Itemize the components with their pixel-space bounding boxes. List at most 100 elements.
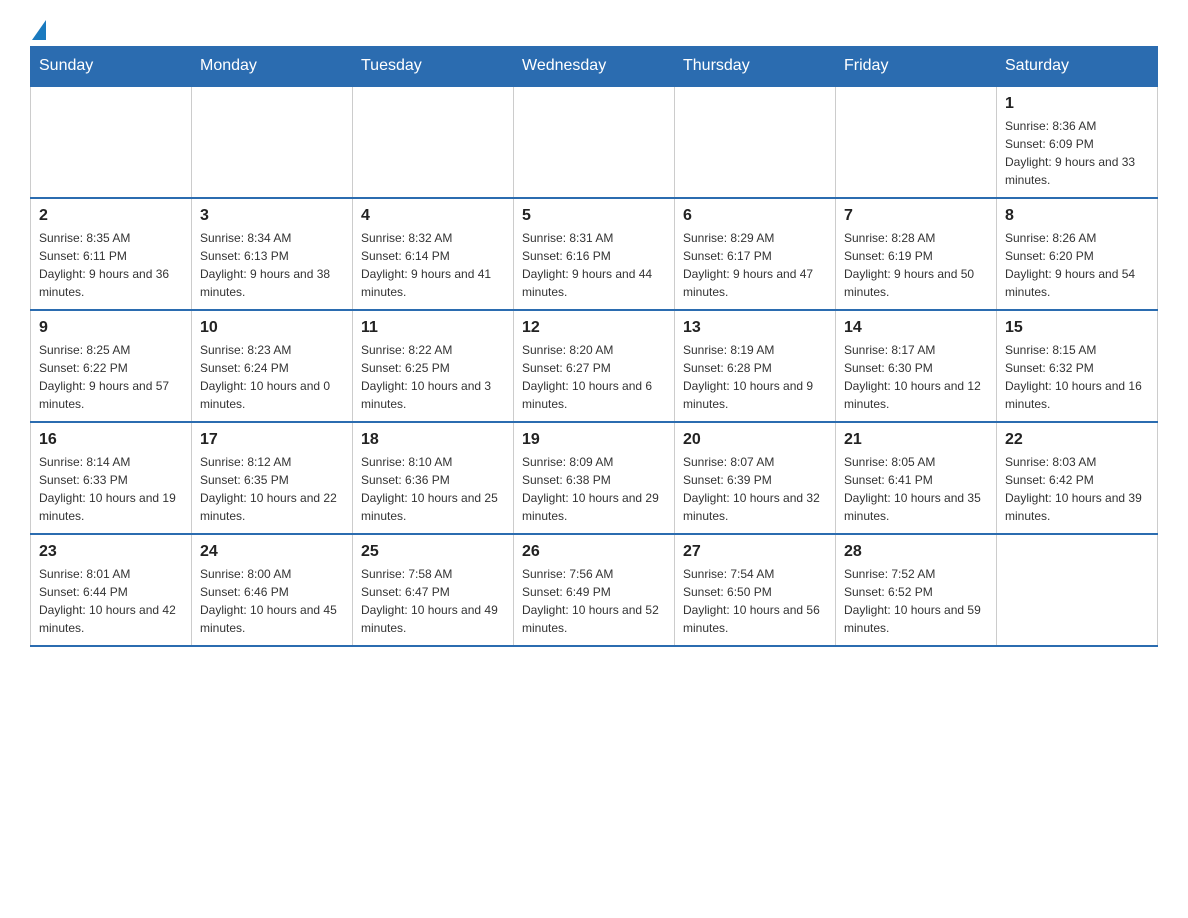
day-number: 21 [844, 431, 988, 449]
day-info: Sunrise: 7:52 AM Sunset: 6:52 PM Dayligh… [844, 565, 988, 637]
day-number: 19 [522, 431, 666, 449]
day-info: Sunrise: 8:22 AM Sunset: 6:25 PM Dayligh… [361, 341, 505, 413]
day-info: Sunrise: 8:35 AM Sunset: 6:11 PM Dayligh… [39, 229, 183, 301]
day-info: Sunrise: 8:31 AM Sunset: 6:16 PM Dayligh… [522, 229, 666, 301]
calendar-cell [997, 534, 1158, 646]
calendar-cell: 26 Sunrise: 7:56 AM Sunset: 6:49 PM Dayli… [514, 534, 675, 646]
calendar-header-row: SundayMondayTuesdayWednesdayThursdayFrid… [31, 47, 1158, 87]
calendar-cell: 1Sunrise: 8:36 AM Sunset: 6:09 PM Daylig… [997, 86, 1158, 198]
day-header-thursday: Thursday [675, 47, 836, 87]
calendar-cell: 16 Sunrise: 8:14 AM Sunset: 6:33 PM Dayli… [31, 422, 192, 534]
day-number: 28 [844, 543, 988, 561]
day-number: 16 [39, 431, 183, 449]
calendar-cell: 17 Sunrise: 8:12 AM Sunset: 6:35 PM Dayli… [192, 422, 353, 534]
day-info: Sunrise: 8:29 AM Sunset: 6:17 PM Dayligh… [683, 229, 827, 301]
calendar-week-3: 9Sunrise: 8:25 AM Sunset: 6:22 PM Daylig… [31, 310, 1158, 422]
day-number: 8 [1005, 207, 1149, 225]
calendar-week-5: 23Sunrise: 8:01 AM Sunset: 6:44 PM Dayli… [31, 534, 1158, 646]
day-number: 27 [683, 543, 827, 561]
day-info: Sunrise: 8:20 AM Sunset: 6:27 PM Dayligh… [522, 341, 666, 413]
day-info: Sunrise: 8:00 AM Sunset: 6:46 PM Dayligh… [200, 565, 344, 637]
page-header [30, 20, 1158, 36]
day-info: Sunrise: 8:26 AM Sunset: 6:20 PM Dayligh… [1005, 229, 1149, 301]
calendar-cell: 23Sunrise: 8:01 AM Sunset: 6:44 PM Dayli… [31, 534, 192, 646]
calendar-cell [31, 86, 192, 198]
logo-arrow-icon [32, 20, 46, 40]
day-number: 7 [844, 207, 988, 225]
calendar-cell [675, 86, 836, 198]
day-info: Sunrise: 8:10 AM Sunset: 6:36 PM Dayligh… [361, 453, 505, 525]
day-number: 26 [522, 543, 666, 561]
calendar-week-2: 2 Sunrise: 8:35 AM Sunset: 6:11 PM Daylig… [31, 198, 1158, 310]
day-info: Sunrise: 7:58 AM Sunset: 6:47 PM Dayligh… [361, 565, 505, 637]
calendar-cell: 5 Sunrise: 8:31 AM Sunset: 6:16 PM Daylig… [514, 198, 675, 310]
day-number: 22 [1005, 431, 1149, 449]
day-number: 18 [361, 431, 505, 449]
day-number: 15 [1005, 319, 1149, 337]
day-number: 24 [200, 543, 344, 561]
day-number: 12 [522, 319, 666, 337]
calendar-cell: 25 Sunrise: 7:58 AM Sunset: 6:47 PM Dayli… [353, 534, 514, 646]
calendar-cell: 8 Sunrise: 8:26 AM Sunset: 6:20 PM Daylig… [997, 198, 1158, 310]
day-number: 14 [844, 319, 988, 337]
calendar-cell: 6 Sunrise: 8:29 AM Sunset: 6:17 PM Daylig… [675, 198, 836, 310]
day-info: Sunrise: 8:28 AM Sunset: 6:19 PM Dayligh… [844, 229, 988, 301]
day-number: 25 [361, 543, 505, 561]
day-info: Sunrise: 8:34 AM Sunset: 6:13 PM Dayligh… [200, 229, 344, 301]
calendar-cell [836, 86, 997, 198]
day-header-saturday: Saturday [997, 47, 1158, 87]
calendar-table: SundayMondayTuesdayWednesdayThursdayFrid… [30, 46, 1158, 647]
day-header-monday: Monday [192, 47, 353, 87]
calendar-week-4: 16 Sunrise: 8:14 AM Sunset: 6:33 PM Dayli… [31, 422, 1158, 534]
day-info: Sunrise: 8:14 AM Sunset: 6:33 PM Dayligh… [39, 453, 183, 525]
day-info: Sunrise: 7:56 AM Sunset: 6:49 PM Dayligh… [522, 565, 666, 637]
day-info: Sunrise: 8:07 AM Sunset: 6:39 PM Dayligh… [683, 453, 827, 525]
calendar-cell: 7 Sunrise: 8:28 AM Sunset: 6:19 PM Daylig… [836, 198, 997, 310]
day-header-tuesday: Tuesday [353, 47, 514, 87]
day-number: 23 [39, 543, 183, 561]
day-info: Sunrise: 8:12 AM Sunset: 6:35 PM Dayligh… [200, 453, 344, 525]
day-info: Sunrise: 8:09 AM Sunset: 6:38 PM Dayligh… [522, 453, 666, 525]
day-info: Sunrise: 8:32 AM Sunset: 6:14 PM Dayligh… [361, 229, 505, 301]
day-number: 5 [522, 207, 666, 225]
calendar-cell: 3 Sunrise: 8:34 AM Sunset: 6:13 PM Daylig… [192, 198, 353, 310]
day-number: 20 [683, 431, 827, 449]
calendar-cell: 24 Sunrise: 8:00 AM Sunset: 6:46 PM Dayli… [192, 534, 353, 646]
day-info: Sunrise: 8:15 AM Sunset: 6:32 PM Dayligh… [1005, 341, 1149, 413]
day-number: 9 [39, 319, 183, 337]
day-number: 2 [39, 207, 183, 225]
calendar-cell [514, 86, 675, 198]
day-number: 17 [200, 431, 344, 449]
calendar-cell: 27 Sunrise: 7:54 AM Sunset: 6:50 PM Dayli… [675, 534, 836, 646]
day-header-sunday: Sunday [31, 47, 192, 87]
calendar-cell: 22 Sunrise: 8:03 AM Sunset: 6:42 PM Dayli… [997, 422, 1158, 534]
calendar-cell: 18 Sunrise: 8:10 AM Sunset: 6:36 PM Dayli… [353, 422, 514, 534]
calendar-cell: 13Sunrise: 8:19 AM Sunset: 6:28 PM Dayli… [675, 310, 836, 422]
calendar-cell [353, 86, 514, 198]
day-number: 10 [200, 319, 344, 337]
day-header-wednesday: Wednesday [514, 47, 675, 87]
calendar-week-1: 1Sunrise: 8:36 AM Sunset: 6:09 PM Daylig… [31, 86, 1158, 198]
calendar-cell: 4 Sunrise: 8:32 AM Sunset: 6:14 PM Daylig… [353, 198, 514, 310]
day-number: 13 [683, 319, 827, 337]
calendar-cell: 14 Sunrise: 8:17 AM Sunset: 6:30 PM Dayli… [836, 310, 997, 422]
day-number: 1 [1005, 95, 1149, 113]
calendar-cell: 15 Sunrise: 8:15 AM Sunset: 6:32 PM Dayli… [997, 310, 1158, 422]
calendar-cell: 28 Sunrise: 7:52 AM Sunset: 6:52 PM Dayli… [836, 534, 997, 646]
day-header-friday: Friday [836, 47, 997, 87]
day-number: 3 [200, 207, 344, 225]
calendar-cell: 9Sunrise: 8:25 AM Sunset: 6:22 PM Daylig… [31, 310, 192, 422]
calendar-cell: 11Sunrise: 8:22 AM Sunset: 6:25 PM Dayli… [353, 310, 514, 422]
logo [30, 20, 46, 36]
calendar-cell: 2 Sunrise: 8:35 AM Sunset: 6:11 PM Daylig… [31, 198, 192, 310]
day-info: Sunrise: 8:17 AM Sunset: 6:30 PM Dayligh… [844, 341, 988, 413]
calendar-cell: 20 Sunrise: 8:07 AM Sunset: 6:39 PM Dayli… [675, 422, 836, 534]
day-number: 6 [683, 207, 827, 225]
day-info: Sunrise: 8:23 AM Sunset: 6:24 PM Dayligh… [200, 341, 344, 413]
calendar-cell: 12 Sunrise: 8:20 AM Sunset: 6:27 PM Dayli… [514, 310, 675, 422]
day-info: Sunrise: 8:05 AM Sunset: 6:41 PM Dayligh… [844, 453, 988, 525]
day-number: 4 [361, 207, 505, 225]
day-info: Sunrise: 8:03 AM Sunset: 6:42 PM Dayligh… [1005, 453, 1149, 525]
calendar-cell: 19 Sunrise: 8:09 AM Sunset: 6:38 PM Dayli… [514, 422, 675, 534]
day-info: Sunrise: 7:54 AM Sunset: 6:50 PM Dayligh… [683, 565, 827, 637]
